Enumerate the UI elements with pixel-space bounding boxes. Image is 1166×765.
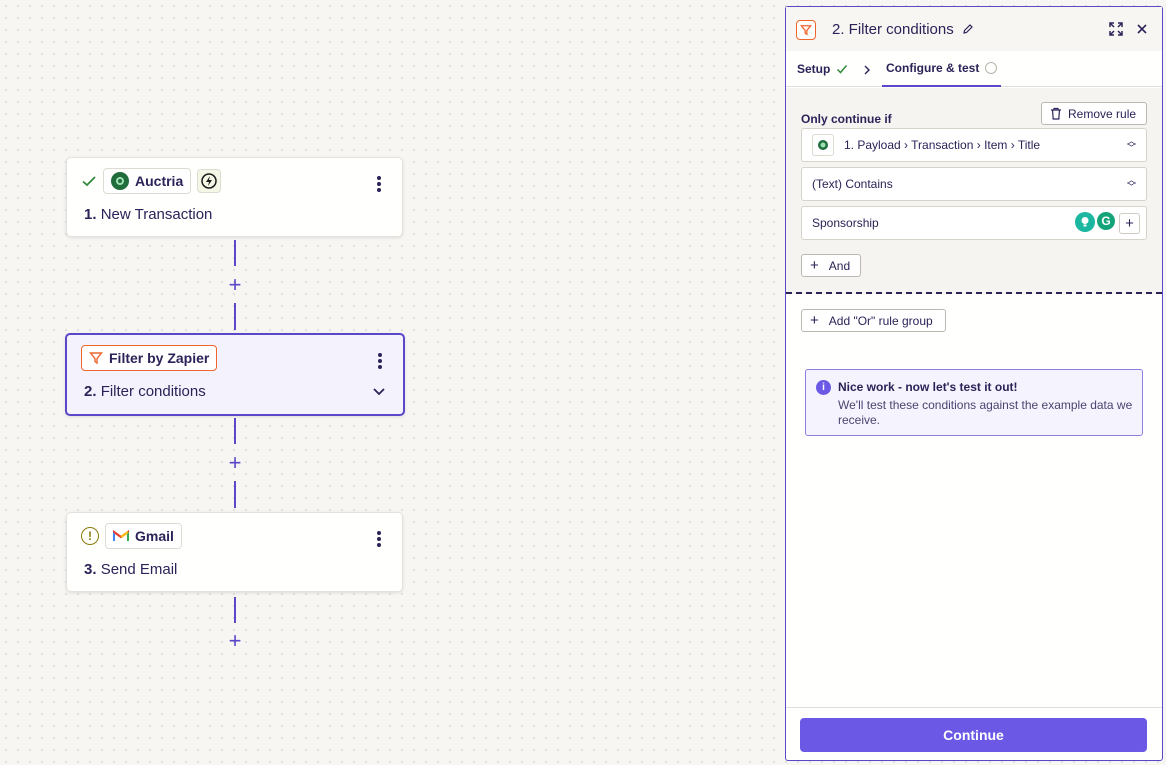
and-label: And — [828, 258, 851, 273]
app-name: Gmail — [135, 528, 174, 544]
pencil-icon[interactable] — [962, 23, 974, 35]
step-node-1-header: Auctria — [81, 168, 222, 194]
info-text: We'll test these conditions against the … — [838, 398, 1133, 427]
instant-trigger-icon — [197, 169, 222, 193]
app-pill-gmail: Gmail — [105, 523, 182, 549]
app-pill-filter: Filter by Zapier — [81, 345, 218, 371]
step-node-2-header: Filter by Zapier — [81, 345, 218, 371]
panel-title[interactable]: 2. Filter conditions — [832, 21, 974, 38]
step-node-1[interactable]: Auctria 1. New Transaction — [66, 157, 403, 237]
step-node-2[interactable]: Filter by Zapier 2. Filter conditions — [65, 333, 405, 416]
warning-icon: ! — [81, 527, 99, 545]
connector-line — [234, 597, 236, 623]
condition-select[interactable]: (Text) Contains ︿ ﹀ — [801, 167, 1147, 201]
panel-tabs: Setup Configure & test — [786, 51, 1162, 87]
connector-line — [234, 240, 236, 266]
step-title: 1. New Transaction — [84, 206, 213, 223]
chevron-right-icon — [864, 65, 870, 75]
plus-icon: + — [810, 312, 819, 329]
info-icon: i — [816, 380, 831, 395]
field-select[interactable]: 1. Payload › Transaction › Item › Title … — [801, 128, 1147, 162]
select-arrows-icon: ︿ ﹀ — [1126, 136, 1136, 153]
step-node-3-header: ! Gmail — [81, 523, 182, 549]
panel-footer: Continue — [786, 707, 1162, 760]
remove-rule-label: Remove rule — [1068, 106, 1137, 121]
insert-data-plus-icon[interactable]: + — [1119, 213, 1140, 234]
auctria-logo-icon — [111, 172, 129, 190]
check-icon — [837, 65, 848, 74]
chevron-down-icon[interactable] — [372, 387, 386, 397]
check-icon — [82, 176, 96, 187]
rule-heading: Only continue if — [801, 112, 892, 126]
add-and-condition-button[interactable]: + And — [801, 254, 861, 277]
connector-line — [234, 418, 236, 444]
close-icon[interactable] — [1137, 24, 1147, 34]
gmail-logo-icon — [113, 530, 129, 541]
step-menu-kebab-icon[interactable] — [373, 351, 387, 371]
tab-setup[interactable]: Setup — [797, 51, 848, 87]
lightbulb-icon[interactable] — [1075, 212, 1095, 232]
tab-configure-test[interactable]: Configure & test — [882, 51, 1002, 87]
select-arrows-icon: ︿ ﹀ — [1126, 175, 1136, 192]
incomplete-circle-icon — [985, 62, 998, 74]
match-value: Sponsorship — [812, 216, 879, 230]
remove-rule-button[interactable]: Remove rule — [1041, 102, 1147, 125]
app-pill-auctria: Auctria — [103, 168, 192, 194]
step-title: 2. Filter conditions — [84, 383, 206, 400]
connector-line — [234, 481, 236, 508]
filter-icon — [796, 20, 816, 40]
app-name: Filter by Zapier — [109, 350, 210, 366]
auctria-logo-icon — [812, 134, 834, 156]
connector-line — [234, 303, 236, 330]
expand-icon[interactable] — [1109, 22, 1123, 36]
filter-icon — [89, 352, 103, 365]
or-group-label: Add "Or" rule group — [828, 313, 933, 328]
add-step-plus-icon[interactable]: + — [226, 452, 244, 474]
info-callout: i Nice work - now let's test it out! We'… — [805, 369, 1143, 436]
step-menu-kebab-icon[interactable] — [372, 174, 386, 194]
condition-value: (Text) Contains — [812, 177, 893, 191]
tab-label: Configure & test — [886, 61, 980, 75]
add-step-plus-icon[interactable]: + — [226, 630, 244, 652]
step-title: 3. Send Email — [84, 561, 178, 578]
add-or-rule-group-button[interactable]: + Add "Or" rule group — [801, 309, 946, 332]
step-editor-panel: 2. Filter conditions Setup Configure & t… — [785, 6, 1163, 761]
rule-group: Only continue if Remove rule 1. Payload … — [786, 88, 1162, 294]
info-title: Nice work - now let's test it out! — [838, 380, 1018, 394]
app-name: Auctria — [135, 173, 184, 189]
add-step-plus-icon[interactable]: + — [226, 274, 244, 296]
step-menu-kebab-icon[interactable] — [372, 529, 386, 549]
tab-label: Setup — [797, 62, 831, 76]
field-value: 1. Payload › Transaction › Item › Title — [844, 138, 1041, 152]
continue-button[interactable]: Continue — [800, 718, 1147, 752]
trash-icon — [1051, 107, 1061, 120]
grammarly-icon[interactable]: G — [1097, 212, 1115, 230]
value-input[interactable]: Sponsorship G + — [801, 206, 1147, 240]
panel-header: 2. Filter conditions — [786, 7, 1162, 51]
step-node-3[interactable]: ! Gmail 3. Send Email — [66, 512, 403, 592]
plus-icon: + — [810, 257, 819, 274]
